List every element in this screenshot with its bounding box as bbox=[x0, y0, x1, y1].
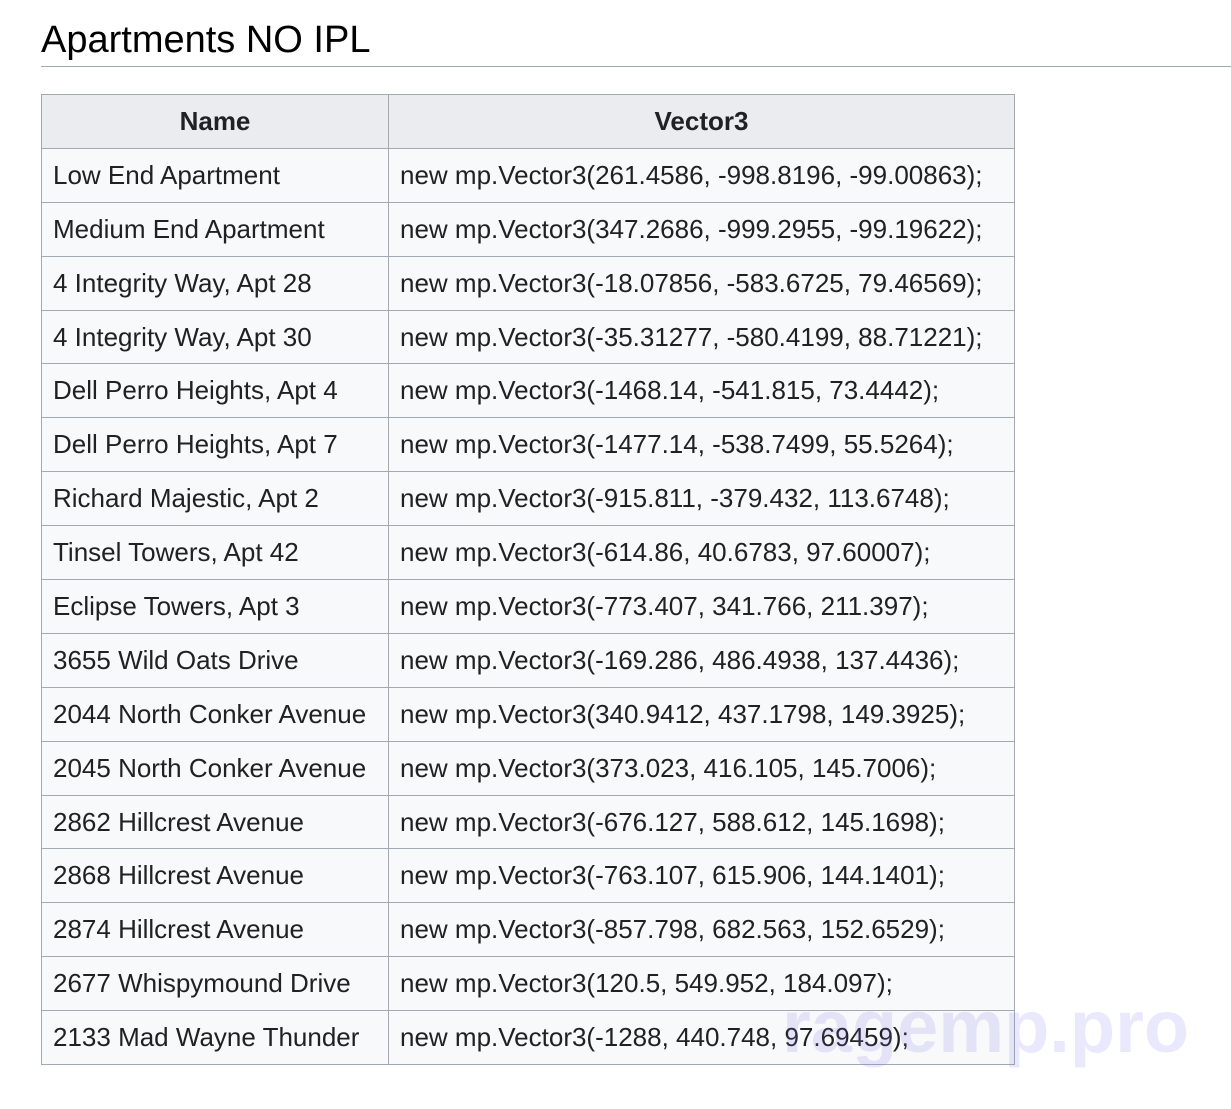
vector3-code-cell: new mp.Vector3(-857.798, 682.563, 152.65… bbox=[388, 902, 1015, 958]
apartment-name-cell: 4 Integrity Way, Apt 30 bbox=[41, 309, 389, 365]
table-row: 2874 Hillcrest Avenue new mp.Vector3(-857… bbox=[41, 902, 1015, 958]
apartment-name-cell: 3655 Wild Oats Drive bbox=[41, 632, 389, 688]
table-header: Name Vector3 bbox=[41, 94, 1015, 149]
heading-divider bbox=[41, 66, 1231, 67]
vector3-code-cell: new mp.Vector3(340.9412, 437.1798, 149.3… bbox=[388, 686, 1015, 742]
table-row: 2133 Mad Wayne Thunder new mp.Vector3(-12… bbox=[41, 1010, 1015, 1066]
apartment-name-cell: Dell Perro Heights, Apt 4 bbox=[41, 363, 389, 419]
vector3-code-cell: new mp.Vector3(-773.407, 341.766, 211.39… bbox=[388, 579, 1015, 634]
vector3-code-cell: new mp.Vector3(-614.86, 40.6783, 97.6000… bbox=[388, 525, 1015, 581]
vector3-code-cell: new mp.Vector3(-676.127, 588.612, 145.16… bbox=[388, 794, 1015, 850]
table-row: Low End Apartment new mp.Vector3(261.4586… bbox=[41, 147, 1015, 203]
table-row: 4 Integrity Way, Apt 28 new mp.Vector3(-1… bbox=[41, 255, 1015, 311]
table-row: 2045 North Conker Avenue new mp.Vector3(3… bbox=[41, 740, 1015, 796]
table-row: Eclipse Towers, Apt 3 new mp.Vector3(-773… bbox=[41, 579, 1015, 634]
table-header-row: Name Vector3 bbox=[41, 94, 1015, 149]
vector3-code-cell: new mp.Vector3(-35.31277, -580.4199, 88.… bbox=[388, 309, 1015, 365]
page: Apartments NO IPL Name Vector3 Low End A… bbox=[0, 0, 1231, 1109]
apartments-table: Name Vector3 Low End Apartment new mp.Vec… bbox=[41, 94, 1015, 1066]
apartment-name-cell: 2874 Hillcrest Avenue bbox=[41, 902, 389, 958]
table-row: 3655 Wild Oats Drive new mp.Vector3(-169.… bbox=[41, 632, 1015, 688]
apartment-name-cell: 2133 Mad Wayne Thunder bbox=[41, 1010, 389, 1066]
column-header-vector3: Vector3 bbox=[388, 94, 1015, 149]
table-row: 4 Integrity Way, Apt 30 new mp.Vector3(-3… bbox=[41, 309, 1015, 365]
vector3-code-cell: new mp.Vector3(-1468.14, -541.815, 73.44… bbox=[388, 363, 1015, 419]
apartment-name-cell: 2045 North Conker Avenue bbox=[41, 740, 389, 796]
vector3-code-cell: new mp.Vector3(-1288, 440.748, 97.69459)… bbox=[388, 1010, 1015, 1066]
vector3-code-cell: new mp.Vector3(-169.286, 486.4938, 137.4… bbox=[388, 632, 1015, 688]
table-row: Dell Perro Heights, Apt 7 new mp.Vector3(… bbox=[41, 417, 1015, 473]
apartment-name-cell: 2862 Hillcrest Avenue bbox=[41, 794, 389, 850]
table-body: Low End Apartment new mp.Vector3(261.4586… bbox=[41, 147, 1015, 1066]
table-row: 2868 Hillcrest Avenue new mp.Vector3(-763… bbox=[41, 848, 1015, 904]
table-row: Tinsel Towers, Apt 42 new mp.Vector3(-614… bbox=[41, 525, 1015, 581]
vector3-code-cell: new mp.Vector3(-1477.14, -538.7499, 55.5… bbox=[388, 417, 1015, 473]
vector3-code-cell: new mp.Vector3(261.4586, -998.8196, -99.… bbox=[388, 147, 1015, 203]
table-row: Richard Majestic, Apt 2 new mp.Vector3(-9… bbox=[41, 471, 1015, 527]
apartment-name-cell: Tinsel Towers, Apt 42 bbox=[41, 525, 389, 581]
apartment-name-cell: 2868 Hillcrest Avenue bbox=[41, 848, 389, 904]
apartment-name-cell: 4 Integrity Way, Apt 28 bbox=[41, 255, 389, 311]
apartment-name-cell: Medium End Apartment bbox=[41, 201, 389, 257]
vector3-code-cell: new mp.Vector3(-763.107, 615.906, 144.14… bbox=[388, 848, 1015, 904]
table-row: 2044 North Conker Avenue new mp.Vector3(3… bbox=[41, 686, 1015, 742]
table-row: Dell Perro Heights, Apt 4 new mp.Vector3(… bbox=[41, 363, 1015, 419]
apartment-name-cell: Eclipse Towers, Apt 3 bbox=[41, 579, 389, 634]
table-row: 2677 Whispymound Drive new mp.Vector3(120… bbox=[41, 956, 1015, 1012]
apartment-name-cell: 2044 North Conker Avenue bbox=[41, 686, 389, 742]
table-row: 2862 Hillcrest Avenue new mp.Vector3(-676… bbox=[41, 794, 1015, 850]
vector3-code-cell: new mp.Vector3(347.2686, -999.2955, -99.… bbox=[388, 201, 1015, 257]
vector3-code-cell: new mp.Vector3(120.5, 549.952, 184.097); bbox=[388, 956, 1015, 1012]
apartment-name-cell: 2677 Whispymound Drive bbox=[41, 956, 389, 1012]
apartment-name-cell: Richard Majestic, Apt 2 bbox=[41, 471, 389, 527]
vector3-code-cell: new mp.Vector3(373.023, 416.105, 145.700… bbox=[388, 740, 1015, 796]
section-heading: Apartments NO IPL bbox=[41, 19, 371, 61]
table-row: Medium End Apartment new mp.Vector3(347.2… bbox=[41, 201, 1015, 257]
vector3-code-cell: new mp.Vector3(-18.07856, -583.6725, 79.… bbox=[388, 255, 1015, 311]
apartment-name-cell: Low End Apartment bbox=[41, 147, 389, 203]
column-header-name: Name bbox=[41, 94, 389, 149]
vector3-code-cell: new mp.Vector3(-915.811, -379.432, 113.6… bbox=[388, 471, 1015, 527]
apartment-name-cell: Dell Perro Heights, Apt 7 bbox=[41, 417, 389, 473]
